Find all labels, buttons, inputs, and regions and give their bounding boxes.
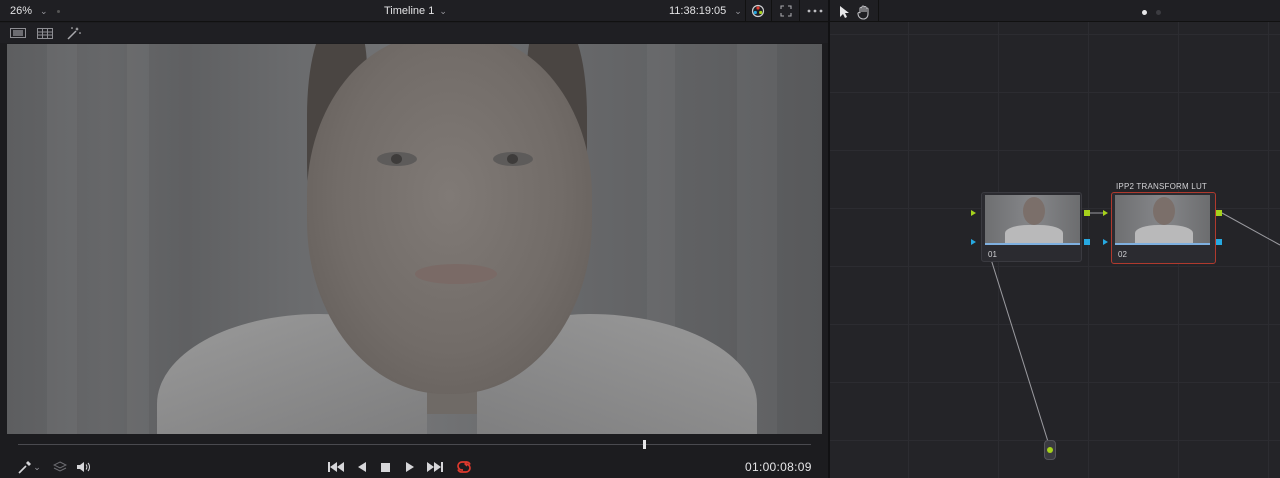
- chevron-down-icon: ⌄: [734, 6, 742, 16]
- node-01-rgb-output[interactable]: [1084, 210, 1090, 216]
- more-icon[interactable]: [806, 3, 824, 19]
- chevron-down-icon: ⌄: [439, 6, 447, 16]
- skip-forward-icon[interactable]: [426, 459, 444, 475]
- subject-face: [307, 44, 592, 394]
- playhead[interactable]: [643, 440, 647, 449]
- speaker-icon[interactable]: [75, 459, 93, 475]
- single-viewer-icon[interactable]: [8, 26, 28, 40]
- scrubber-track[interactable]: [18, 444, 811, 445]
- node-number: 02: [1118, 250, 1127, 259]
- source-input-node[interactable]: [1044, 440, 1056, 460]
- transport-bar: ⌄: [0, 455, 828, 478]
- skip-back-icon[interactable]: [327, 459, 345, 475]
- record-timecode: 01:00:08:09: [745, 460, 812, 474]
- node-02-alpha-input[interactable]: [1103, 239, 1108, 245]
- node-number: 01: [988, 250, 997, 259]
- background-stripe: [127, 44, 149, 434]
- node-status-bar: [1115, 243, 1210, 245]
- separator-dot: [57, 10, 60, 13]
- viewer-header: 26% ⌄ Timeline 1 ⌄ 11:38:19:05 ⌄: [0, 0, 828, 22]
- play-reverse-icon[interactable]: [353, 459, 371, 475]
- divider: [771, 0, 772, 22]
- node-thumbnail: [1115, 195, 1210, 243]
- node-01-rgb-input[interactable]: [971, 210, 976, 216]
- video-frame[interactable]: [7, 44, 822, 434]
- source-timecode-dropdown[interactable]: 11:38:19:05 ⌄: [669, 5, 742, 17]
- node-01-alpha-output[interactable]: [1084, 239, 1090, 245]
- node-02-rgb-input[interactable]: [1103, 210, 1108, 216]
- divider: [799, 0, 800, 22]
- background-stripe: [47, 44, 77, 434]
- zoom-dropdown[interactable]: 26% ⌄: [10, 5, 48, 17]
- node-label: IPP2 TRANSFORM LUT: [1116, 182, 1208, 191]
- chevron-down-icon[interactable]: ⌄: [32, 459, 42, 475]
- timeline-title: Timeline 1: [384, 5, 435, 17]
- loop-icon[interactable]: [455, 459, 473, 475]
- viewer-panel: 26% ⌄ Timeline 1 ⌄ 11:38:19:05 ⌄ ⌄ 01:00…: [0, 0, 828, 478]
- expand-icon[interactable]: [777, 3, 795, 19]
- node-02-rgb-output[interactable]: [1216, 210, 1222, 216]
- subject-eye: [377, 152, 417, 166]
- chevron-down-icon: ⌄: [40, 6, 48, 16]
- node-01[interactable]: 01: [981, 192, 1082, 262]
- stop-icon[interactable]: [376, 459, 394, 475]
- node-01-alpha-input[interactable]: [971, 239, 976, 245]
- magic-wand-icon[interactable]: [64, 26, 84, 40]
- node-02-alpha-output[interactable]: [1216, 239, 1222, 245]
- connection-input-01: [984, 239, 1051, 449]
- color-wheel-icon[interactable]: [749, 3, 767, 19]
- subject-eye: [493, 152, 533, 166]
- timeline-dropdown[interactable]: Timeline 1 ⌄: [384, 5, 447, 17]
- layers-icon[interactable]: [51, 459, 69, 475]
- connection-02-output: [1221, 212, 1280, 246]
- node-status-bar: [985, 243, 1080, 245]
- node-thumbnail: [985, 195, 1080, 243]
- source-timecode: 11:38:19:05: [669, 5, 727, 17]
- node-02[interactable]: 02: [1111, 192, 1216, 264]
- play-icon[interactable]: [400, 459, 418, 475]
- divider: [745, 0, 746, 22]
- split-viewer-icon[interactable]: [35, 26, 55, 40]
- zoom-value: 26%: [10, 5, 33, 17]
- viewer-toolbar: [0, 23, 828, 43]
- subject-lips: [415, 264, 497, 284]
